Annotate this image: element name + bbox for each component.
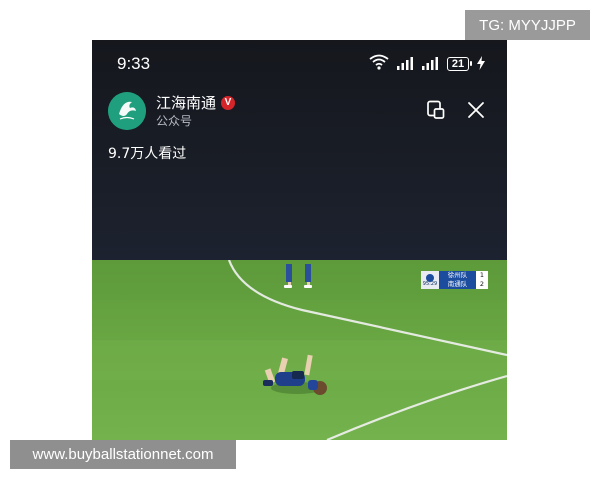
picture-in-picture-icon[interactable] — [425, 99, 447, 121]
account-logo-icon[interactable] — [108, 92, 146, 130]
away-team-name: 南通队 — [439, 280, 476, 289]
website-watermark: www.buyballstationnet.com — [10, 440, 236, 469]
scoreboard: 95:29 徐州队 1 南通队 2 — [421, 271, 488, 289]
account-type-label: 公众号 — [156, 114, 193, 128]
status-bar: 9:33 21 — [92, 40, 507, 86]
telegram-watermark: TG: MYYJJPP — [465, 10, 590, 40]
match-clock: 95:29 — [422, 281, 438, 287]
verified-badge-icon: V — [221, 95, 236, 110]
view-count: 9.7万人看过 — [108, 146, 187, 162]
scoreboard-row-away: 南通队 2 — [439, 280, 488, 289]
close-icon[interactable] — [465, 99, 487, 121]
account-header: 江海南通 V 公众号 — [92, 90, 507, 134]
phone-screen: 9:33 21 江海南通 V 公众号 9.7万人看过 95:29 徐州队 1 南… — [92, 40, 507, 440]
home-team-score: 1 — [476, 271, 488, 280]
home-team-name: 徐州队 — [439, 271, 476, 280]
account-name[interactable]: 江海南通 V — [156, 92, 236, 113]
account-name-label: 江海南通 — [156, 94, 217, 112]
battery-icon: 21 — [447, 57, 472, 71]
status-icons: 21 — [369, 54, 485, 74]
signal-icon — [422, 55, 439, 74]
status-time: 9:33 — [117, 54, 151, 73]
wifi-icon — [369, 54, 389, 74]
away-team-score: 2 — [476, 280, 488, 289]
scoreboard-row-home: 徐州队 1 — [439, 271, 488, 280]
signal-icon — [397, 55, 414, 74]
video-player[interactable]: 95:29 徐州队 1 南通队 2 — [92, 260, 507, 440]
charging-icon — [477, 55, 485, 74]
article-header-area: 9:33 21 江海南通 V 公众号 9.7万人看过 — [92, 40, 507, 260]
